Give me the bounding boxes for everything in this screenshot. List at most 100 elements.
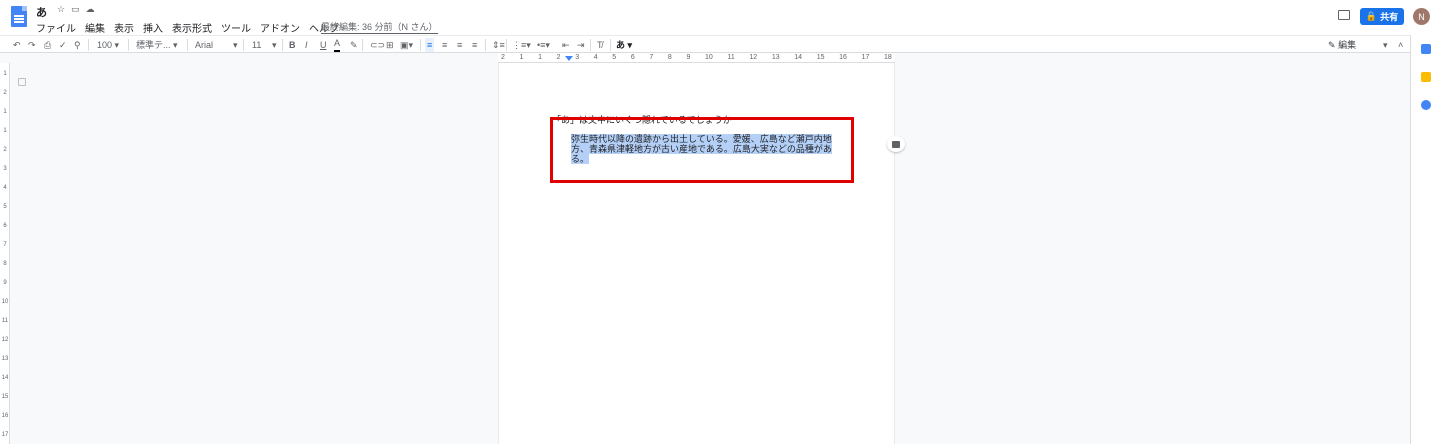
collapse-icon[interactable]: ˄	[1398, 38, 1403, 52]
ruler-number: 14	[794, 54, 803, 61]
ruler-number: 12	[749, 54, 758, 61]
size-select[interactable]: 11	[252, 38, 261, 52]
docs-icon[interactable]	[11, 6, 27, 27]
calendar-icon[interactable]	[1421, 44, 1431, 54]
indent-marker[interactable]	[565, 56, 573, 61]
menu-tools[interactable]: ツール	[221, 20, 251, 35]
menu-bar: ファイル 編集 表示 挿入 表示形式 ツール アドオン ヘルプ	[36, 20, 339, 35]
add-comment-button[interactable]	[887, 136, 905, 152]
comment-plus-icon	[892, 140, 900, 148]
keep-icon[interactable]	[1421, 72, 1431, 82]
justify-icon[interactable]: ≡	[472, 38, 477, 52]
italic-icon[interactable]: I	[305, 38, 308, 52]
align-right-icon[interactable]: ≡	[457, 38, 462, 52]
vruler-number: 5	[3, 204, 7, 210]
folder-icon[interactable]: ▭	[71, 4, 80, 15]
ruler-number: 8	[667, 54, 672, 61]
print-icon[interactable]: ⎙	[44, 38, 51, 52]
horizontal-ruler[interactable]: 2 1 1 2 3 4 5 6 7 8 9 10 11 12 13 14 15 16 17 18	[498, 53, 895, 63]
ruler-number: 13	[771, 54, 780, 61]
size-dropdown-icon[interactable]: ▾	[272, 38, 277, 52]
paint-format-icon[interactable]: ⚲	[74, 38, 81, 52]
bulleted-list-icon[interactable]: •≡▾	[537, 38, 550, 52]
ruler-number: 11	[727, 54, 735, 61]
bold-icon[interactable]: B	[289, 38, 296, 52]
cloud-icon[interactable]: ☁	[86, 4, 95, 15]
menu-edit[interactable]: 編集	[85, 20, 105, 35]
star-icon[interactable]: ☆	[57, 4, 65, 15]
align-left-icon[interactable]: ≡	[425, 38, 435, 52]
vruler-number: 8	[3, 261, 7, 267]
undo-icon[interactable]: ↶	[13, 38, 21, 52]
avatar[interactable]: N	[1413, 8, 1430, 25]
pencil-icon: ✎	[1328, 40, 1336, 50]
vruler-number: 4	[3, 185, 7, 191]
zoom-value: 100	[97, 40, 113, 50]
highlight-icon[interactable]: ✎	[350, 38, 358, 52]
ruler-number: 2	[556, 54, 561, 61]
input-tools-icon[interactable]: あ ▾	[616, 38, 632, 52]
menu-insert[interactable]: 挿入	[143, 20, 163, 35]
vruler-number: 1	[3, 71, 7, 77]
share-label: 共有	[1380, 12, 1399, 22]
menu-view[interactable]: 表示	[114, 20, 134, 35]
style-select[interactable]: 標準テ... ▾	[136, 38, 178, 52]
ruler-number: 1	[538, 54, 542, 61]
last-edit-link[interactable]: 最終編集: 36 分前（N さん）	[321, 20, 438, 34]
vruler-number: 14	[1, 375, 9, 381]
underline-icon[interactable]: U	[320, 38, 327, 52]
ruler-number: 17	[861, 54, 870, 61]
menu-format[interactable]: 表示形式	[172, 20, 212, 35]
side-panel	[1410, 35, 1440, 444]
increase-indent-icon[interactable]: ⇥	[577, 38, 585, 52]
spellcheck-icon[interactable]: ✓	[59, 38, 67, 52]
vruler-number: 7	[3, 242, 7, 248]
line-spacing-icon[interactable]: ⇕≡	[492, 38, 505, 52]
font-dropdown-icon[interactable]: ▾	[233, 38, 238, 52]
ruler-number: 4	[593, 54, 598, 61]
selected-paragraph[interactable]: 弥生時代以降の遺跡から出土している。愛媛、広島など瀬戸内地方、青森県津軽地方が古…	[571, 134, 833, 164]
align-center-icon[interactable]: ≡	[442, 38, 447, 52]
ruler-marks: 2 1 1 2 3 4 5 6 7 8 9 10 11 12 13 14 15 16 17 18	[498, 53, 895, 62]
font-value: Arial	[195, 40, 214, 50]
mode-dropdown-icon[interactable]: ▾	[1383, 38, 1388, 52]
text-color-icon[interactable]: A	[334, 38, 341, 52]
vruler-number: 2	[3, 90, 7, 96]
vruler-number: 1	[3, 109, 7, 115]
menu-file[interactable]: ファイル	[36, 20, 76, 35]
comment-icon[interactable]	[1338, 10, 1350, 20]
ruler-number: 5	[612, 54, 617, 61]
vruler-number: 13	[1, 356, 9, 362]
clear-format-icon[interactable]: T̸	[597, 38, 603, 52]
share-button[interactable]: 🔒 共有	[1360, 8, 1404, 25]
link-icon[interactable]: ⊂⊃	[370, 38, 385, 52]
redo-icon[interactable]: ↷	[28, 38, 36, 52]
selected-text: 弥生時代以降の遺跡から出土している。愛媛、広島など瀬戸内地方、青森県津軽地方が古…	[571, 134, 832, 164]
font-select[interactable]: Arial	[195, 38, 213, 52]
tasks-icon[interactable]	[1421, 100, 1431, 110]
outline-icon[interactable]	[18, 78, 26, 86]
ruler-number: 6	[630, 54, 635, 61]
vruler-number: 16	[1, 413, 9, 419]
add-comment-icon[interactable]: ⊞	[386, 38, 394, 52]
vruler-number: 9	[3, 280, 7, 286]
title-icons: ☆ ▭ ☁	[57, 4, 95, 15]
ruler-number: 2	[501, 54, 505, 61]
vruler-number: 3	[3, 166, 7, 172]
menu-addons[interactable]: アドオン	[260, 20, 300, 35]
vruler-number: 1	[3, 128, 7, 134]
zoom-select[interactable]: 100 ▾	[97, 38, 119, 52]
numbered-list-icon[interactable]: ⋮≡▾	[512, 38, 531, 52]
toolbar: ↶ ↷ ⎙ ✓ ⚲ 100 ▾ 標準テ... ▾ Arial ▾ 11 ▾ B …	[0, 35, 1410, 53]
size-value: 11	[252, 40, 262, 50]
vruler-number: 11	[1, 318, 9, 324]
docs-app: あ ☆ ▭ ☁ ファイル 編集 表示 挿入 表示形式 ツール アドオン ヘルプ …	[0, 0, 1440, 444]
ruler-number: 1	[519, 54, 524, 61]
image-icon[interactable]: ▣▾	[400, 38, 413, 52]
mode-select[interactable]: ✎ 編集	[1328, 38, 1356, 52]
vertical-ruler[interactable]: 1 2 1 1 2 3 4 5 6 7 8 9 10 11 12 13 14 15 16 17	[0, 63, 10, 444]
ruler-number: 18	[884, 54, 892, 61]
decrease-indent-icon[interactable]: ⇤	[562, 38, 570, 52]
document-page[interactable]: 「あ」は文中にいくつ隠れているでしょうか 弥生時代以降の遺跡から出土している。愛…	[498, 63, 895, 444]
document-title[interactable]: あ	[36, 4, 47, 20]
